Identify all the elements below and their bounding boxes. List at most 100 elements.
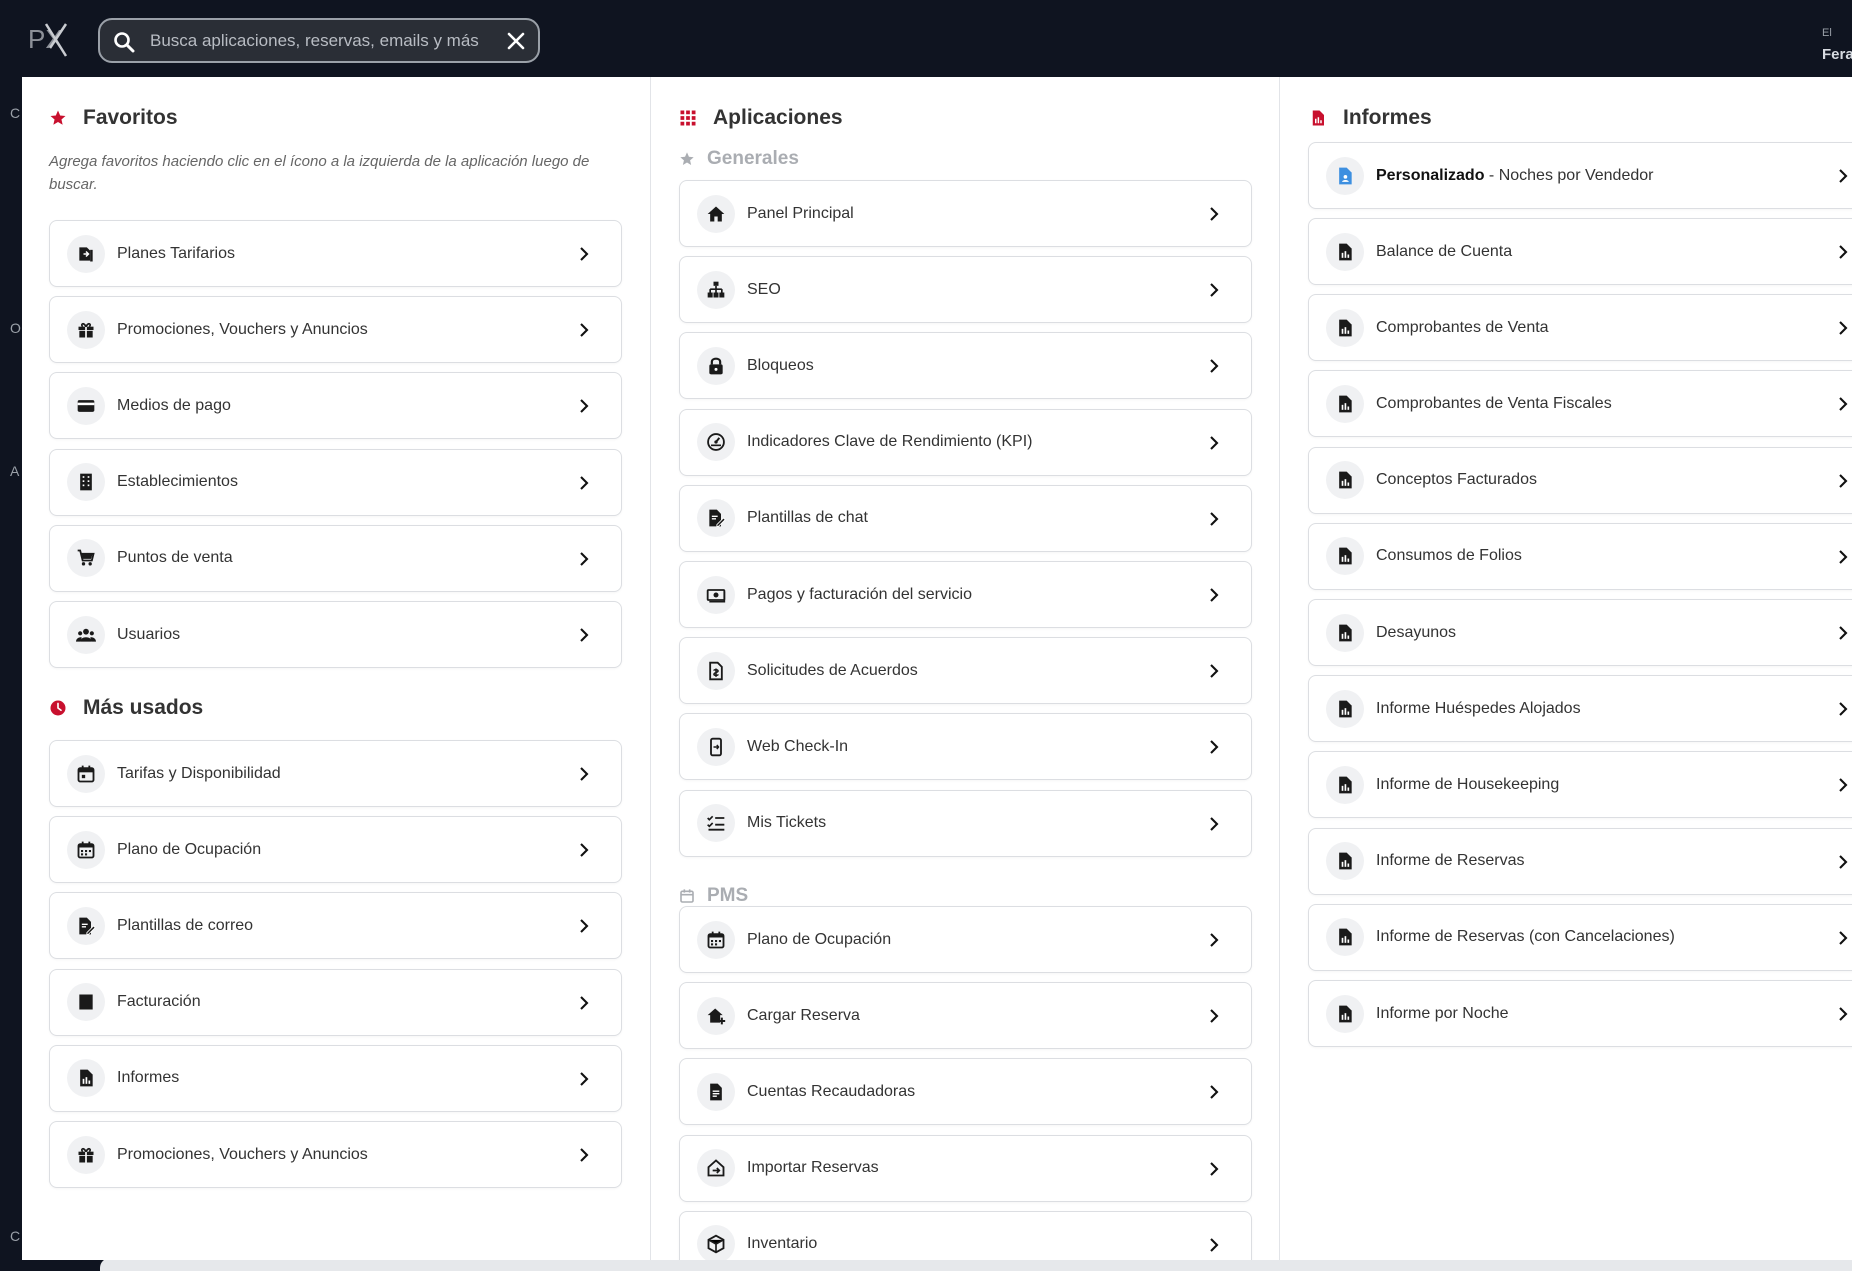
item-label: Balance de Cuenta	[1376, 242, 1513, 260]
chevron-right-icon	[580, 323, 589, 337]
contract-icon	[697, 651, 735, 690]
app-item[interactable]: Panel Principal	[679, 180, 1252, 247]
item-label: Comprobantes de Venta Fiscales	[1376, 394, 1612, 412]
chevron-right-icon	[1839, 169, 1848, 183]
chevron-right-icon	[580, 475, 589, 490]
app-item[interactable]: Solicitudes de Acuerdos	[679, 637, 1252, 705]
favorites-column: Favoritos Agrega favoritos haciendo clic…	[22, 77, 650, 1260]
item-label: Informe de Reservas	[1376, 852, 1525, 870]
building-icon	[67, 463, 105, 502]
report-item[interactable]: Informe Huéspedes Alojados	[1308, 675, 1852, 743]
report-item[interactable]: Informe de Reservas	[1308, 827, 1852, 895]
app-item[interactable]: Cuentas Recaudadoras	[679, 1058, 1252, 1126]
report-icon	[1326, 461, 1364, 500]
report-item[interactable]: Comprobantes de Venta Fiscales	[1308, 370, 1852, 438]
most-used-item[interactable]: Facturación	[49, 968, 622, 1036]
item-label: Puntos de venta	[117, 549, 233, 567]
lock-icon	[697, 346, 735, 385]
close-icon[interactable]	[504, 29, 528, 53]
item-label: Pagos y facturación del servicio	[747, 585, 972, 603]
applications-header: Aplicaciones	[679, 106, 843, 130]
report-item[interactable]: Informe de Reservas (con Cancelaciones)	[1308, 903, 1852, 971]
app-item[interactable]: Pagos y facturación del servicio	[679, 561, 1252, 628]
app-item[interactable]: Importar Reservas	[679, 1134, 1252, 1202]
chevron-right-icon	[1210, 1009, 1219, 1023]
chevron-right-icon	[580, 1148, 589, 1162]
favorite-item[interactable]: Promociones, Vouchers y Anuncios	[49, 296, 622, 364]
px-logo[interactable]: PX	[28, 18, 70, 58]
favorite-item[interactable]: Usuarios	[49, 601, 622, 668]
most-used-item[interactable]: Plantillas de correo	[49, 892, 622, 960]
calendar-icon	[680, 889, 694, 903]
item-label: Panel Principal	[747, 204, 854, 222]
gauge-icon	[697, 423, 735, 462]
app-item[interactable]: Indicadores Clave de Rendimiento (KPI)	[679, 408, 1252, 476]
clock-icon	[50, 700, 66, 716]
checklist-icon	[697, 804, 735, 843]
report-item[interactable]: Comprobantes de Venta	[1308, 294, 1852, 362]
chevron-right-icon	[1210, 816, 1219, 831]
favorite-item[interactable]: Planes Tarifarios	[49, 220, 622, 287]
report-icon	[1326, 613, 1364, 652]
chevron-right-icon	[1839, 321, 1848, 335]
search-input[interactable]	[150, 28, 490, 54]
report-item[interactable]: Balance de Cuenta	[1308, 218, 1852, 285]
item-label: Informe de Reservas (con Cancelaciones)	[1376, 928, 1675, 946]
star-icon	[50, 110, 66, 125]
item-label: Informe Huéspedes Alojados	[1376, 699, 1581, 717]
account-info[interactable]: El Fera	[1822, 22, 1852, 66]
most-used-title: Más usados	[83, 696, 204, 719]
app-item[interactable]: Plano de Ocupación	[679, 906, 1252, 973]
report-icon	[1326, 765, 1364, 804]
chevron-right-icon	[1839, 1007, 1848, 1021]
chevron-right-icon	[1210, 933, 1219, 947]
app-item[interactable]: Web Check-In	[679, 713, 1252, 781]
report-item[interactable]: Consumos de Folios	[1308, 522, 1852, 590]
item-label: Importar Reservas	[747, 1159, 879, 1177]
most-used-item[interactable]: Promociones, Vouchers y Anuncios	[49, 1121, 622, 1188]
applications-title: Aplicaciones	[713, 106, 843, 129]
report-icon	[1326, 689, 1364, 728]
report-icon	[1312, 110, 1324, 126]
chevron-right-icon	[1839, 931, 1848, 945]
users-icon	[67, 615, 105, 654]
gift-icon	[67, 310, 105, 349]
report-icon	[1326, 918, 1364, 957]
report-item[interactable]: Desayunos	[1308, 599, 1852, 666]
chevron-right-icon	[580, 919, 589, 934]
chevron-right-icon	[1839, 245, 1848, 259]
favorite-item[interactable]: Medios de pago	[49, 372, 622, 440]
app-launcher-panel: Favoritos Agrega favoritos haciendo clic…	[22, 77, 1852, 1260]
report-item[interactable]: Conceptos Facturados	[1308, 446, 1852, 514]
app-item[interactable]: Mis Tickets	[679, 789, 1252, 857]
favorite-item[interactable]: Puntos de venta	[49, 524, 622, 592]
app-item[interactable]: Cargar Reserva	[679, 982, 1252, 1050]
app-item[interactable]: Inventario	[679, 1210, 1252, 1260]
item-label: Bloqueos	[747, 356, 814, 374]
most-used-item[interactable]: Tarifas y Disponibilidad	[49, 740, 622, 807]
item-label: Plano de Ocupación	[117, 840, 262, 858]
app-item[interactable]: Bloqueos	[679, 332, 1252, 400]
most-used-item[interactable]: Plano de Ocupación	[49, 816, 622, 884]
reports-header: Informes	[1309, 106, 1432, 130]
item-label: Cuentas Recaudadoras	[747, 1082, 916, 1100]
favorite-item[interactable]: Establecimientos	[49, 448, 622, 516]
item-label: Indicadores Clave de Rendimiento (KPI)	[747, 433, 1033, 451]
template-edit-icon	[697, 499, 735, 538]
box-icon	[697, 1225, 735, 1260]
app-item[interactable]: Plantillas de chat	[679, 484, 1252, 552]
report-item[interactable]: Informe por Noche	[1308, 980, 1852, 1047]
template-edit-icon	[67, 906, 105, 945]
item-label: Desayunos	[1376, 623, 1457, 641]
account-type: El	[1822, 27, 1832, 39]
top-bar: PX El Fera	[0, 0, 1852, 77]
report-item[interactable]: Informe de Housekeeping	[1308, 751, 1852, 819]
chevron-right-icon	[580, 1072, 589, 1086]
most-used-item[interactable]: Informes	[49, 1044, 622, 1112]
app-item[interactable]: SEO	[679, 256, 1252, 324]
star-icon	[680, 152, 694, 165]
report-icon	[1326, 308, 1364, 347]
report-item-custom[interactable]: Personalizado - Noches por Vendedor	[1308, 142, 1852, 209]
import-icon	[697, 1149, 735, 1188]
credit-card-icon	[67, 386, 105, 425]
